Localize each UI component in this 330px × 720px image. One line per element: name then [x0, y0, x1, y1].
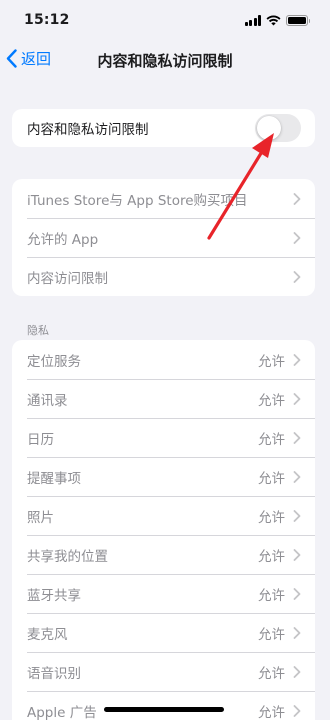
- row-label: 提醒事项: [27, 470, 81, 487]
- row-label: 日历: [27, 431, 54, 448]
- row-label: iTunes Store与 App Store购买项目: [27, 192, 248, 209]
- page-title: 内容和隐私访问限制: [97, 52, 233, 70]
- row-value: 允许: [258, 392, 285, 409]
- wifi-icon: [266, 15, 281, 25]
- row-label: 蓝牙共享: [27, 587, 81, 604]
- row-value: 允许: [258, 665, 285, 682]
- chevron-right-icon: [293, 392, 301, 405]
- row-value: 允许: [258, 431, 285, 448]
- list-item-bluetooth-sharing[interactable]: 蓝牙共享 允许: [12, 574, 315, 613]
- row-label: 共享我的位置: [27, 548, 108, 565]
- row-value: 允许: [258, 353, 285, 370]
- chevron-right-icon: [293, 470, 301, 483]
- chevron-right-icon: [293, 192, 301, 205]
- row-label: 麦克风: [27, 626, 68, 643]
- chevron-right-icon: [293, 270, 301, 283]
- list-item-reminders[interactable]: 提醒事项 允许: [12, 457, 315, 496]
- row-value: 允许: [258, 626, 285, 643]
- row-label: Apple 广告: [27, 704, 97, 720]
- row-label: 定位服务: [27, 353, 81, 370]
- list-item-share-my-location[interactable]: 共享我的位置 允许: [12, 535, 315, 574]
- row-value: 允许: [258, 704, 285, 720]
- row-label: 允许的 App: [27, 231, 99, 248]
- list-item-contacts[interactable]: 通讯录 允许: [12, 379, 315, 418]
- content-privacy-restrictions-toggle[interactable]: [255, 114, 301, 142]
- chevron-right-icon: [293, 587, 301, 600]
- chevron-right-icon: [293, 704, 301, 717]
- privacy-group: 定位服务 允许 通讯录 允许 日历 允许 提醒事项 允许 照片 允许 共享我的位…: [12, 340, 315, 720]
- chevron-right-icon: [293, 626, 301, 639]
- row-value: 允许: [258, 470, 285, 487]
- row-value: 允许: [258, 548, 285, 565]
- restrictions-group: iTunes Store与 App Store购买项目 允许的 App 内容访问…: [12, 179, 315, 296]
- chevron-right-icon: [293, 548, 301, 561]
- main-toggle-group: 内容和隐私访问限制: [12, 109, 315, 147]
- list-item-apple-advertising[interactable]: Apple 广告 允许: [12, 691, 315, 720]
- status-time: 15:12: [24, 12, 70, 28]
- list-item-store-purchases[interactable]: iTunes Store与 App Store购买项目: [12, 179, 315, 218]
- row-value: 允许: [258, 509, 285, 526]
- content-privacy-restrictions-label: 内容和隐私访问限制: [27, 122, 149, 138]
- list-item-photos[interactable]: 照片 允许: [12, 496, 315, 535]
- chevron-right-icon: [293, 665, 301, 678]
- list-item-speech-recognition[interactable]: 语音识别 允许: [12, 652, 315, 691]
- list-item-microphone[interactable]: 麦克风 允许: [12, 613, 315, 652]
- chevron-right-icon: [293, 509, 301, 522]
- chevron-right-icon: [293, 431, 301, 444]
- list-item-allowed-apps[interactable]: 允许的 App: [12, 218, 315, 257]
- home-indicator[interactable]: [104, 707, 224, 712]
- status-icons: [244, 14, 310, 26]
- row-label: 内容访问限制: [27, 270, 108, 287]
- content-privacy-restrictions-row: 内容和隐私访问限制: [12, 109, 315, 147]
- chevron-right-icon: [293, 353, 301, 366]
- list-item-location-services[interactable]: 定位服务 允许: [12, 340, 315, 379]
- row-label: 照片: [27, 509, 54, 526]
- navigation-bar: 返回 内容和隐私访问限制: [0, 40, 330, 80]
- signal-icon: [244, 14, 261, 26]
- toggle-knob: [257, 116, 281, 140]
- list-item-content-restrictions[interactable]: 内容访问限制: [12, 257, 315, 296]
- battery-icon: [286, 14, 310, 26]
- privacy-section-header: 隐私: [27, 324, 49, 337]
- row-label: 通讯录: [27, 392, 68, 409]
- row-value: 允许: [258, 587, 285, 604]
- chevron-right-icon: [293, 231, 301, 244]
- list-item-calendars[interactable]: 日历 允许: [12, 418, 315, 457]
- status-bar: 15:12: [0, 0, 330, 40]
- row-label: 语音识别: [27, 665, 81, 682]
